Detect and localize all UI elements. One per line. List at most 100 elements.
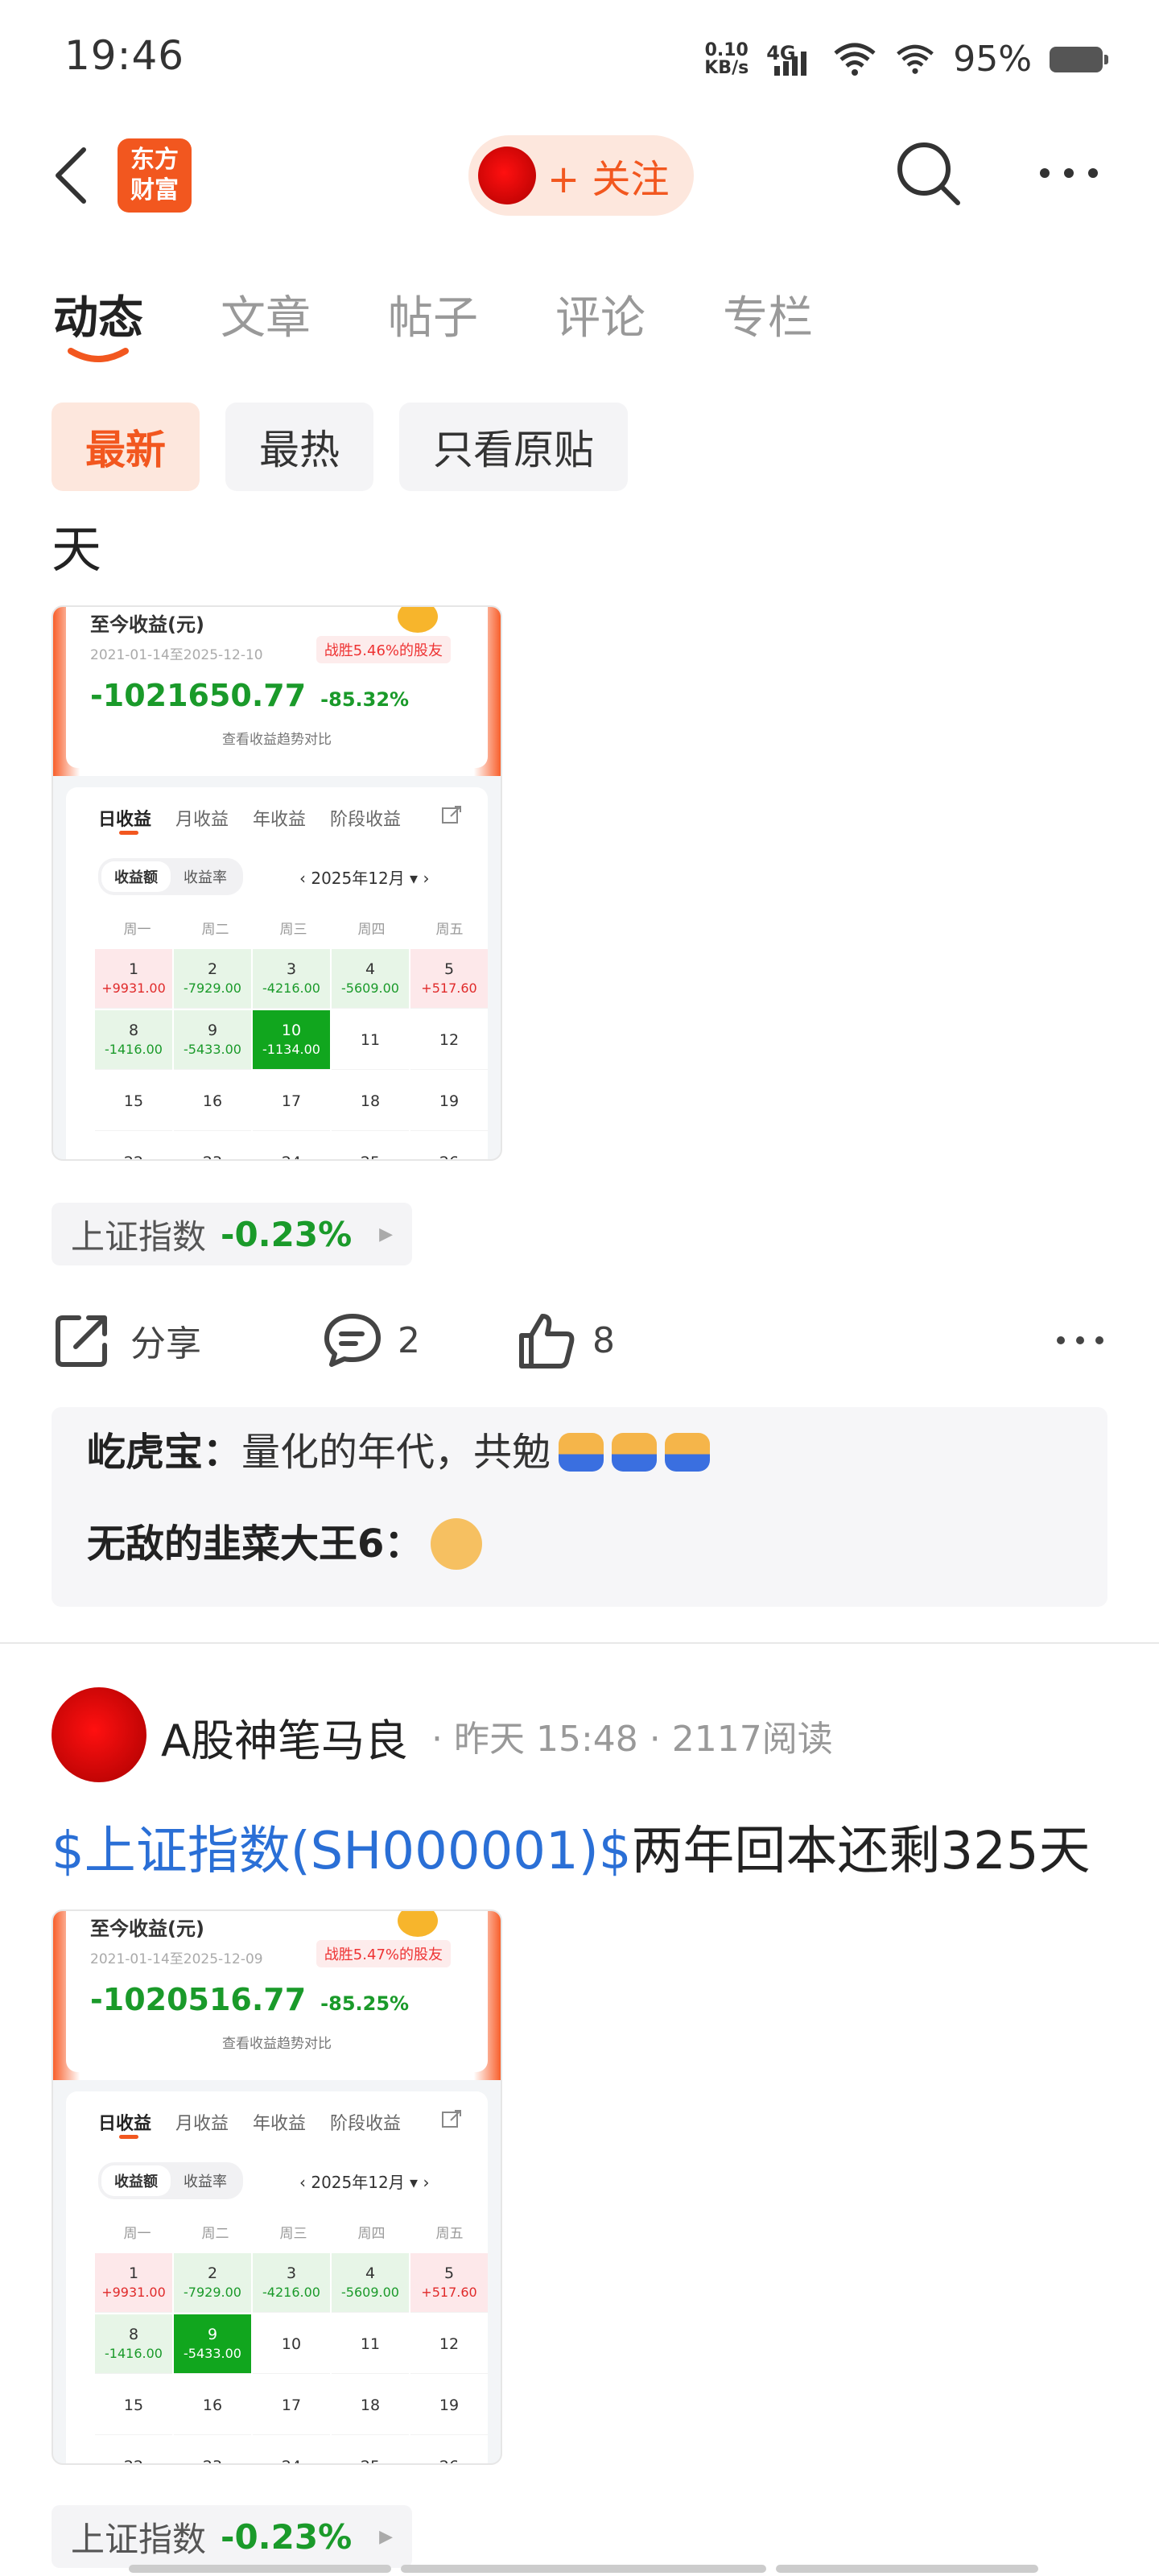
calendar-day-cell: 18 — [332, 2376, 409, 2435]
comment-preview[interactable]: 屹虎宝： 量化的年代，共勉 无敌的韭菜大王6： — [52, 1407, 1107, 1607]
stock-link[interactable]: $上证指数(SH000001)$ — [52, 1822, 631, 1881]
like-button[interactable]: 8 — [517, 1310, 615, 1371]
back-arrow-icon[interactable] — [48, 143, 97, 208]
profit-value: -1020516.77 — [90, 1982, 307, 2017]
emoji-icon — [559, 1433, 604, 1472]
share-button[interactable]: 分享 — [52, 1310, 201, 1371]
calendar-day-number: 1 — [128, 2264, 139, 2282]
calendar-tab-monthly: 月收益 — [175, 810, 229, 830]
external-share-icon — [442, 806, 461, 824]
calendar-tab-daily: 日收益 — [98, 2114, 152, 2134]
calendar-day-cell: 10 — [253, 2314, 330, 2374]
calendar-tab-indicator — [119, 831, 138, 835]
calendar-tabs: 日收益 月收益 年收益 阶段收益 — [98, 805, 462, 835]
follow-label: + 关注 — [547, 157, 670, 202]
calendar-day-cell: 19 — [410, 1071, 488, 1131]
trend-link: 查看收益趋势对比 — [222, 2036, 332, 2052]
calendar-day-cell: 25 — [332, 2437, 409, 2464]
stock-tag[interactable]: 上证指数 -0.23% ▶ — [52, 2505, 413, 2568]
calendar-day-cell: 9 -5433.00 — [174, 1010, 251, 1070]
rank-badge: 战胜5.47%的股友 — [316, 1940, 451, 1967]
post-title[interactable]: $上证指数(SH000001)$两年回本还剩325天 — [52, 1810, 1091, 1884]
follow-button[interactable]: + 关注 — [468, 135, 694, 216]
post-image[interactable]: 至今收益(元) 2021-01-14至2025-12-10 战胜5.46%的股友… — [52, 605, 502, 1161]
emoji-icon — [665, 1433, 711, 1472]
month-selector: ‹ 2025年12月 ▾ › — [299, 2172, 430, 2192]
comment-count: 2 — [398, 1319, 420, 1361]
filter-bar: 最新 最热 只看原贴 — [52, 402, 628, 491]
calendar-day-number: 4 — [365, 2264, 376, 2282]
profit-percent: -85.32% — [320, 688, 410, 711]
amount-rate-toggle: 收益额 收益率 — [98, 858, 243, 895]
calendar-day-number: 25 — [332, 2457, 409, 2464]
calendar-day-number: 12 — [439, 1030, 460, 1049]
filter-original-only[interactable]: 只看原贴 — [399, 402, 628, 491]
cellular-signal-icon: 4G — [766, 42, 815, 77]
calendar-day-cell: 23 — [174, 2437, 251, 2464]
weekday-header: 周一 周二 周三 周四 周五 — [98, 918, 464, 938]
logo-text-line2: 财富 — [130, 176, 179, 204]
author-avatar[interactable] — [52, 1687, 146, 1782]
thumbs-up-icon — [519, 1314, 575, 1368]
app-logo: 东方 财富 — [118, 138, 192, 213]
calendar-day-value: -7929.00 — [184, 2284, 241, 2300]
calendar-day-number: 2 — [207, 960, 218, 978]
calendar-day-cell: 15 — [95, 1071, 172, 1131]
more-icon[interactable] — [1037, 161, 1101, 185]
filter-latest[interactable]: 最新 — [52, 402, 200, 491]
toggle-rate: 收益率 — [184, 2174, 227, 2190]
comment-icon — [324, 1314, 381, 1367]
calendar-day-value: +517.60 — [421, 2284, 477, 2300]
calendar-day-number: 24 — [253, 1153, 330, 1160]
weekday-label: 周二 — [201, 922, 229, 938]
caret-right-icon: ▶ — [379, 2526, 394, 2547]
tab-dynamic[interactable]: 动态 — [53, 282, 143, 347]
calendar-day-number: 23 — [174, 1153, 251, 1160]
profit-row: -1021650.77 -85.32% — [90, 663, 464, 713]
calendar-day-number: 24 — [253, 2457, 330, 2464]
calendar-day-cell: 12 — [410, 1010, 488, 1070]
post-image[interactable]: 至今收益(元) 2021-01-14至2025-12-09 战胜5.47%的股友… — [52, 1909, 502, 2465]
tab-columns[interactable]: 专栏 — [723, 282, 813, 347]
tab-posts[interactable]: 帖子 — [388, 282, 478, 347]
calendar-day-value: -5609.00 — [341, 2284, 399, 2300]
calendar-day-cell: 2 -7929.00 — [174, 2253, 251, 2313]
calendar-day-number: 23 — [174, 2457, 251, 2464]
profit-summary: 至今收益(元) 2021-01-14至2025-12-09 战胜5.47%的股友… — [53, 1911, 501, 2080]
filter-hottest[interactable]: 最热 — [225, 402, 373, 491]
calendar-day-number: 11 — [360, 1030, 381, 1049]
battery-percent: 95% — [953, 39, 1032, 80]
author-name[interactable]: A股神笔马良 — [161, 1705, 408, 1769]
calendar-controls: 收益额 收益率 ‹ 2025年12月 ▾ › — [98, 2162, 462, 2199]
comment-button[interactable]: 2 — [322, 1310, 420, 1371]
stock-tag-change: -0.23% — [221, 2516, 353, 2557]
profit-value: -1021650.77 — [90, 678, 307, 713]
calendar-day-value: -1416.00 — [105, 2345, 163, 2361]
calendar-day-cell: 4 -5609.00 — [332, 2253, 409, 2313]
tab-articles[interactable]: 文章 — [221, 282, 311, 347]
calendar-tab-yearly: 年收益 — [253, 810, 307, 830]
rank-badge: 战胜5.46%的股友 — [316, 636, 451, 663]
profit-percent: -85.25% — [320, 1992, 410, 2015]
calendar-day-number: 19 — [439, 1092, 460, 1110]
calendar-controls: 收益额 收益率 ‹ 2025年12月 ▾ › — [98, 858, 462, 895]
share-label: 分享 — [130, 1323, 201, 1364]
calendar-day-cell: 5 +517.60 — [410, 2253, 488, 2313]
calendar-day-number: 11 — [360, 2334, 381, 2353]
stock-tag[interactable]: 上证指数 -0.23% ▶ — [52, 1203, 413, 1265]
weekday-label: 周一 — [123, 2226, 151, 2242]
status-icons: 0.10 KB/s 4G 95% — [704, 39, 1108, 80]
comment-item: 屹虎宝： 量化的年代，共勉 — [87, 1430, 1072, 1475]
calendar-day-number: 15 — [123, 2396, 144, 2414]
more-icon[interactable] — [1054, 1331, 1106, 1350]
calendar-day-number: 1 — [128, 960, 139, 978]
weekday-label: 周五 — [435, 922, 464, 938]
calendar-tabs: 日收益 月收益 年收益 阶段收益 — [98, 2109, 462, 2139]
tab-comments[interactable]: 评论 — [555, 282, 645, 347]
search-icon[interactable] — [892, 137, 964, 209]
calendar-tab-indicator — [119, 2135, 138, 2139]
battery-icon — [1050, 46, 1108, 72]
calendar-grid: 1 +9931.00 2 -7929.00 3 -4216.00 4 -5609.00 5 +51… — [95, 949, 488, 1160]
indicator-bar — [129, 2565, 391, 2573]
calendar-day-number: 26 — [410, 2457, 488, 2464]
